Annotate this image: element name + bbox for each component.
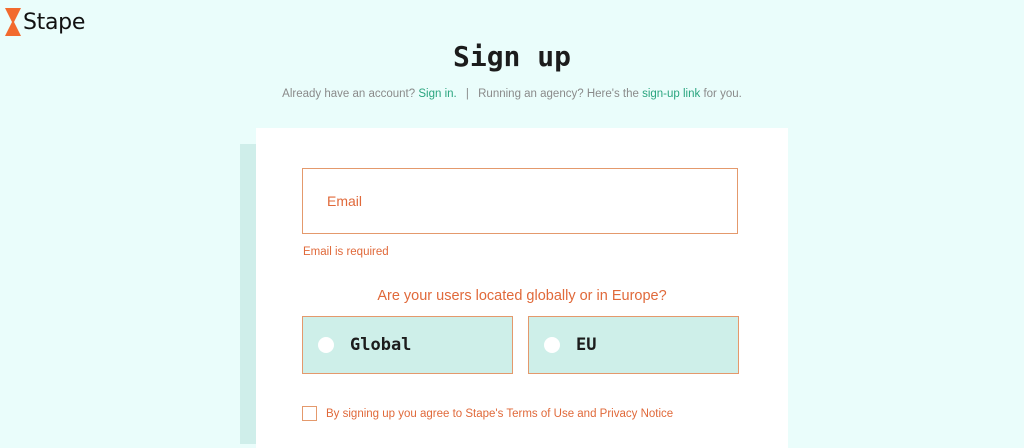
stape-logo[interactable]: Stape [5, 8, 85, 36]
global-option-label: Global [350, 335, 412, 355]
agency-prompt-text: Running an agency? Here's the [478, 88, 639, 100]
agency-suffix-text: for you. [703, 88, 742, 100]
eu-radio[interactable] [544, 337, 560, 353]
signin-prompt: Already have an account? Sign in. | Runn… [0, 88, 1024, 100]
global-option[interactable]: Global [302, 316, 513, 374]
global-radio[interactable] [318, 337, 334, 353]
terms-label: By signing up you agree to Stape's Terms… [326, 407, 674, 420]
page-title: Sign up [452, 40, 571, 73]
eu-option-label: EU [576, 335, 597, 355]
account-prompt-text: Already have an account? [282, 88, 416, 100]
location-question: Are your users located globally or in Eu… [377, 288, 667, 304]
sign-in-link[interactable]: Sign in. [418, 88, 456, 100]
subtitle-separator: | [465, 88, 469, 100]
agency-signup-link[interactable]: sign-up link [642, 88, 700, 100]
brand-name: Stape [23, 9, 86, 35]
terms-checkbox[interactable] [302, 406, 317, 421]
signup-card: Email is required Are your users located… [256, 128, 788, 448]
eu-option[interactable]: EU [528, 316, 739, 374]
stape-logo-icon [5, 8, 21, 36]
terms-agreement[interactable]: By signing up you agree to Stape's Terms… [302, 406, 673, 421]
email-field[interactable] [302, 168, 738, 234]
email-error-message: Email is required [303, 246, 389, 258]
email-input[interactable] [303, 169, 737, 233]
